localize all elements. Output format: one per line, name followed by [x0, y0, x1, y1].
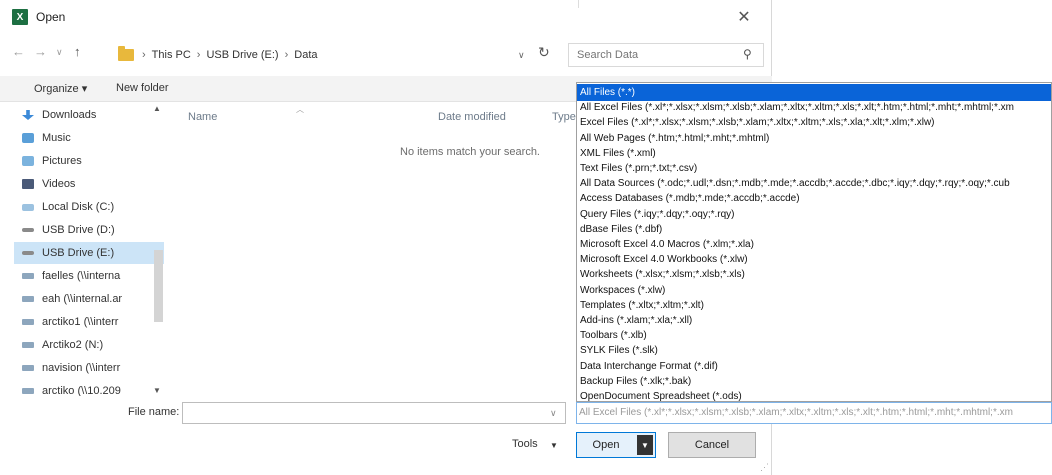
- sidebar-item-label: Music: [42, 132, 71, 144]
- sidebar-item-arctiko[interactable]: arctiko (\\10.209: [22, 380, 121, 396]
- usb-icon: [22, 228, 34, 232]
- close-icon: ✕: [737, 9, 751, 26]
- network-drive-icon: [22, 319, 34, 325]
- sidebar-item-videos[interactable]: Videos: [22, 173, 75, 195]
- open-button[interactable]: Open: [577, 433, 635, 457]
- new-folder-button[interactable]: New folder: [116, 82, 169, 94]
- address-dropdown-chevron-icon[interactable]: ∨: [518, 50, 525, 61]
- sidebar-item-label: Arctiko2 (N:): [42, 339, 104, 351]
- navigation-scrollbar[interactable]: [150, 102, 164, 396]
- breadcrumb-this-pc[interactable]: This PC: [152, 49, 191, 61]
- close-button[interactable]: ✕: [724, 4, 764, 30]
- music-icon: [22, 133, 34, 143]
- pictures-icon: [22, 156, 34, 166]
- filename-combobox[interactable]: [182, 402, 566, 424]
- network-drive-icon: [22, 342, 34, 348]
- disk-icon: [22, 203, 34, 211]
- sidebar-item-label: USB Drive (E:): [42, 247, 115, 259]
- sidebar-item-faelles[interactable]: faelles (\\interna: [22, 265, 120, 287]
- filename-input[interactable]: [183, 403, 565, 423]
- dialog-title: Open: [36, 10, 66, 24]
- file-type-filter-select[interactable]: All Excel Files (*.xl*;*.xlsx;*.xlsm;*.x…: [576, 402, 1052, 424]
- usb-icon: [22, 251, 34, 255]
- sidebar-item-usb-drive-e[interactable]: USB Drive (E:): [14, 242, 164, 264]
- tools-button[interactable]: Tools: [512, 438, 538, 450]
- up-arrow-icon[interactable]: ↑: [74, 44, 81, 59]
- sidebar-item-arctiko2[interactable]: Arctiko2 (N:): [22, 334, 103, 356]
- sidebar-item-label: eah (\\internal.ar: [42, 293, 123, 305]
- filename-dropdown-chevron-icon[interactable]: ∨: [550, 408, 557, 419]
- scroll-down-icon[interactable]: ▼: [153, 386, 161, 395]
- sidebar-item-arctiko1[interactable]: arctiko1 (\\interr: [22, 311, 118, 333]
- breadcrumb-separator-icon: ›: [196, 49, 201, 61]
- refresh-icon[interactable]: ↻: [538, 44, 550, 61]
- breadcrumb-separator-icon: ›: [142, 49, 146, 61]
- breadcrumb-separator-icon: ›: [284, 49, 289, 61]
- sidebar-item-local-disk-c[interactable]: Local Disk (C:): [22, 196, 114, 218]
- breadcrumb-usb-drive-e[interactable]: USB Drive (E:): [206, 49, 278, 61]
- sidebar-item-label: Local Disk (C:): [42, 201, 115, 213]
- breadcrumb-data[interactable]: Data: [294, 49, 317, 61]
- file-type-filter-value: All Excel Files (*.xl*;*.xlsx;*.xlsm;*.x…: [579, 407, 1013, 418]
- file-type-option[interactable]: OpenDocument Spreadsheet (*.ods): [577, 388, 1051, 401]
- search-box[interactable]: ⚲: [568, 43, 764, 67]
- sidebar-item-label: Pictures: [42, 155, 82, 167]
- sidebar-item-downloads[interactable]: Downloads: [22, 104, 96, 126]
- empty-folder-message: No items match your search.: [400, 146, 540, 158]
- excel-app-icon: X: [12, 9, 28, 25]
- sidebar-item-label: Downloads: [42, 109, 97, 121]
- sidebar-item-label: arctiko (\\10.209: [42, 385, 121, 396]
- sidebar-item-music[interactable]: Music: [22, 127, 71, 149]
- back-arrow-icon[interactable]: ←: [12, 44, 25, 59]
- sidebar-item-label: Videos: [42, 178, 76, 190]
- sidebar-item-label: faelles (\\interna: [42, 270, 121, 282]
- search-input[interactable]: [575, 47, 735, 63]
- open-options-button[interactable]: ▼: [637, 435, 653, 455]
- sidebar-item-eah[interactable]: eah (\\internal.ar: [22, 288, 122, 310]
- sidebar-item-label: arctiko1 (\\interr: [42, 316, 119, 328]
- sort-ascending-icon: ︿: [296, 105, 304, 114]
- tools-caret-icon[interactable]: ▼: [550, 441, 558, 450]
- column-header-type[interactable]: Type: [552, 111, 576, 123]
- videos-icon: [22, 179, 34, 189]
- network-drive-icon: [22, 365, 34, 371]
- sidebar-item-navision[interactable]: navision (\\interr: [22, 357, 120, 379]
- resize-grip-icon[interactable]: ⋰: [760, 462, 769, 473]
- sidebar-item-pictures[interactable]: Pictures: [22, 150, 82, 172]
- sidebar-item-label: navision (\\interr: [42, 362, 121, 374]
- search-icon[interactable]: ⚲: [743, 47, 752, 61]
- file-type-dropdown-list[interactable]: All Files (*.*) All Excel Files (*.xl*;*.…: [576, 82, 1052, 402]
- organize-button[interactable]: Organize ▾: [34, 82, 87, 95]
- cancel-button[interactable]: Cancel: [668, 432, 756, 458]
- sidebar-item-label: USB Drive (D:): [42, 224, 115, 236]
- breadcrumb[interactable]: › This PC › USB Drive (E:) › Data: [118, 44, 558, 66]
- download-icon: [22, 110, 34, 120]
- column-header-date-modified[interactable]: Date modified: [438, 111, 506, 123]
- recent-locations-chevron-icon[interactable]: ∨: [56, 47, 63, 58]
- forward-arrow-icon[interactable]: →: [34, 44, 47, 59]
- network-drive-icon: [22, 388, 34, 394]
- open-split-button[interactable]: Open ▼: [576, 432, 656, 458]
- dropdown-arrow-icon: ▼: [641, 440, 649, 450]
- network-drive-icon: [22, 296, 34, 302]
- column-header-name[interactable]: Name: [188, 111, 217, 123]
- folder-icon: [118, 46, 134, 61]
- sidebar-item-usb-drive-d[interactable]: USB Drive (D:): [22, 219, 115, 241]
- navigation-pane: Downloads Music Pictures Videos Local Di…: [0, 102, 166, 396]
- network-drive-icon: [22, 273, 34, 279]
- scrollbar-thumb[interactable]: [154, 250, 163, 322]
- title-bar: X Open ✕: [0, 0, 772, 34]
- scroll-up-icon[interactable]: ▲: [153, 104, 161, 113]
- filename-label: File name:: [128, 406, 180, 418]
